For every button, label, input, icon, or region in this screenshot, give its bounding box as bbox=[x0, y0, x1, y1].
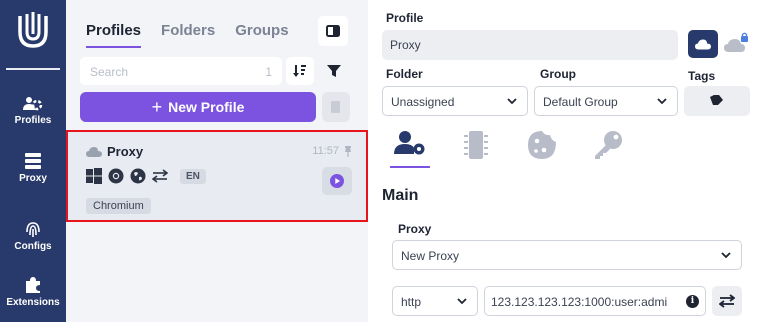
proxy-icon bbox=[25, 153, 41, 169]
tags-icon bbox=[710, 95, 723, 105]
profile-name: Proxy bbox=[86, 144, 143, 159]
sidebar-item-proxy[interactable]: Proxy bbox=[0, 152, 66, 184]
tab-cookies[interactable] bbox=[522, 130, 562, 168]
filter-icon bbox=[327, 65, 341, 77]
proxy-swap-button[interactable] bbox=[712, 286, 742, 316]
proxy-string-input[interactable]: 123.123.123.123:1000:user:admi i bbox=[484, 286, 706, 316]
proxy-select[interactable]: New Proxy bbox=[392, 240, 742, 270]
panel-icon bbox=[326, 25, 340, 37]
profile-name-text: Proxy bbox=[107, 144, 144, 159]
profiles-icon bbox=[23, 97, 43, 111]
sidebar-item-configs[interactable]: Configs bbox=[0, 220, 66, 252]
list-tabs: Profiles Folders Groups bbox=[86, 22, 289, 48]
profile-attributes: EN bbox=[86, 168, 206, 184]
user-settings-icon bbox=[394, 131, 425, 155]
browser-badge: Chromium bbox=[86, 198, 151, 214]
sort-button[interactable] bbox=[286, 57, 314, 85]
group-select[interactable]: Default Group bbox=[534, 86, 678, 116]
tags-button[interactable] bbox=[684, 86, 750, 116]
plus-icon: + bbox=[151, 97, 163, 117]
cloud-storage-button[interactable] bbox=[688, 30, 718, 58]
tags-label: Tags bbox=[688, 69, 716, 83]
sidebar-item-label: Proxy bbox=[19, 173, 47, 184]
tab-folders[interactable]: Folders bbox=[161, 22, 215, 48]
group-label: Group bbox=[540, 67, 576, 81]
profile-time: 11:57 bbox=[312, 145, 352, 157]
cookie-icon bbox=[528, 131, 556, 159]
chevron-down-icon bbox=[657, 98, 667, 105]
language-badge: EN bbox=[180, 168, 206, 184]
tab-passwords[interactable] bbox=[588, 130, 628, 168]
proxy-type-value: http bbox=[401, 295, 422, 309]
windows-icon bbox=[86, 168, 102, 184]
tab-profiles[interactable]: Profiles bbox=[86, 22, 142, 48]
chevron-down-icon bbox=[721, 252, 731, 259]
puzzle-icon bbox=[26, 277, 40, 293]
folder-value: Unassigned bbox=[391, 95, 455, 109]
chevron-down-icon bbox=[457, 298, 467, 305]
profile-label: Profile bbox=[386, 11, 424, 25]
tab-hardware[interactable] bbox=[456, 130, 496, 168]
folder-label: Folder bbox=[386, 67, 423, 81]
proxy-string-value: 123.123.123.123:1000:user:admi bbox=[491, 295, 668, 309]
profile-detail-panel: Profile Proxy Folder Unassigned Group De… bbox=[368, 0, 768, 322]
key-icon bbox=[595, 131, 622, 159]
sidebar-divider bbox=[6, 68, 60, 70]
group-value: Default Group bbox=[543, 95, 618, 109]
new-profile-extra-button[interactable] bbox=[322, 92, 350, 122]
sort-icon bbox=[293, 65, 306, 77]
profile-name-field[interactable]: Proxy bbox=[382, 30, 678, 60]
proxy-type-select[interactable]: http bbox=[392, 286, 478, 316]
sidebar-item-label: Extensions bbox=[6, 297, 60, 308]
search-placeholder: Search bbox=[90, 65, 129, 79]
globe-icon bbox=[130, 168, 146, 184]
swap-icon bbox=[152, 169, 168, 183]
tab-groups[interactable]: Groups bbox=[235, 22, 288, 48]
sidebar-item-label: Profiles bbox=[14, 115, 52, 126]
profile-time-text: 11:57 bbox=[312, 145, 339, 157]
proxy-label: Proxy bbox=[398, 222, 432, 236]
new-profile-label: New Profile bbox=[168, 99, 245, 115]
filter-button[interactable] bbox=[320, 57, 348, 85]
sidebar-item-profiles[interactable]: Profiles bbox=[0, 96, 66, 126]
cloud-icon bbox=[86, 146, 102, 157]
play-icon bbox=[330, 174, 344, 188]
profile-name-value: Proxy bbox=[390, 38, 421, 52]
proxy-value: New Proxy bbox=[401, 249, 460, 263]
fingerprint-icon bbox=[26, 222, 40, 237]
profile-list-item[interactable]: Proxy 11:57 EN Chromium bbox=[66, 130, 368, 222]
tab-general[interactable] bbox=[390, 130, 430, 168]
app-logo bbox=[18, 12, 48, 48]
section-heading: Main bbox=[382, 187, 419, 204]
pin-icon[interactable] bbox=[344, 145, 352, 157]
copy-icon bbox=[331, 101, 340, 113]
folder-select[interactable]: Unassigned bbox=[382, 86, 528, 116]
search-input[interactable]: Search 1 bbox=[80, 57, 282, 85]
cloud-lock-icon[interactable] bbox=[724, 32, 750, 54]
new-profile-button[interactable]: + New Profile bbox=[80, 92, 316, 122]
chrome-icon bbox=[108, 168, 124, 184]
sidebar-item-extensions[interactable]: Extensions bbox=[0, 276, 66, 308]
profile-count: 1 bbox=[265, 65, 272, 79]
app-sidebar: Profiles Proxy Configs Extensions bbox=[0, 0, 66, 322]
profile-list-panel: Profiles Folders Groups Search 1 + New P… bbox=[66, 0, 368, 322]
chip-icon bbox=[464, 131, 488, 159]
info-icon[interactable]: i bbox=[686, 295, 699, 308]
chevron-down-icon bbox=[507, 98, 517, 105]
cloud-icon bbox=[695, 39, 711, 49]
settings-section-tabs bbox=[390, 130, 628, 168]
start-profile-button[interactable] bbox=[322, 167, 352, 195]
sidebar-item-label: Configs bbox=[14, 241, 52, 252]
swap-arrows-icon bbox=[719, 294, 735, 308]
toggle-panel-button[interactable] bbox=[318, 16, 348, 46]
